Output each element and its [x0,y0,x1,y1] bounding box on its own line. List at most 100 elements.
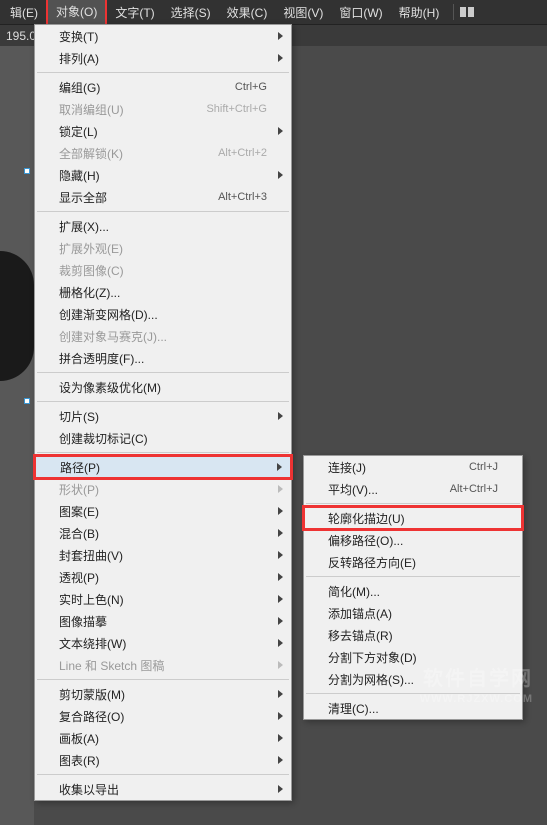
chevron-right-icon [278,639,283,647]
object-menu-item: 扩展外观(E) [35,237,291,259]
object-menu-item: 形状(P) [35,478,291,500]
menu-item-label: 图案(E) [59,503,267,520]
object-menu-item[interactable]: 编组(G)Ctrl+G [35,76,291,98]
object-menu-item[interactable]: 图表(R) [35,749,291,771]
menubar-item[interactable]: 文字(T) [107,0,162,25]
path-submenu-item[interactable]: 添加锚点(A) [304,602,522,624]
menu-item-label: 全部解锁(K) [59,145,218,162]
chevron-right-icon [278,412,283,420]
path-submenu-item[interactable]: 移去锚点(R) [304,624,522,646]
menu-item-label: 扩展(X)... [59,218,267,235]
object-menu-item[interactable]: 切片(S) [35,405,291,427]
object-menu-item[interactable]: 栅格化(Z)... [35,281,291,303]
object-menu-item[interactable]: 显示全部Alt+Ctrl+3 [35,186,291,208]
menu-item-label: 栅格化(Z)... [59,284,267,301]
menu-item-label: 反转路径方向(E) [328,554,498,571]
object-menu-item[interactable]: 混合(B) [35,522,291,544]
menu-item-label: 编组(G) [59,79,235,96]
chevron-right-icon [278,785,283,793]
object-menu-item[interactable]: 复合路径(O) [35,705,291,727]
path-submenu-item[interactable]: 轮廓化描边(U) [304,507,522,529]
object-menu-item[interactable]: 收集以导出 [35,778,291,800]
menu-item-shortcut: Ctrl+G [235,81,267,93]
path-submenu-item[interactable]: 连接(J)Ctrl+J [304,456,522,478]
menu-item-shortcut: Alt+Ctrl+2 [218,147,267,159]
object-menu-item[interactable]: 隐藏(H) [35,164,291,186]
menu-item-label: 切片(S) [59,408,267,425]
object-menu-item[interactable]: 图案(E) [35,500,291,522]
menubar-item[interactable]: 窗口(W) [331,0,390,25]
menubar-item[interactable]: 对象(O) [46,0,107,26]
menubar: 辑(E)对象(O)文字(T)选择(S)效果(C)视图(V)窗口(W)帮助(H) [0,0,547,24]
chevron-right-icon [278,551,283,559]
chevron-right-icon [277,463,282,471]
menu-item-shortcut: Ctrl+J [469,461,498,473]
menubar-item[interactable]: 辑(E) [2,0,46,25]
path-submenu-item[interactable]: 反转路径方向(E) [304,551,522,573]
menu-item-label: 收集以导出 [59,781,267,798]
object-menu-item[interactable]: 创建裁切标记(C) [35,427,291,449]
menu-item-label: 形状(P) [59,481,267,498]
selection-handle[interactable] [24,398,30,404]
menu-item-label: 剪切蒙版(M) [59,686,267,703]
object-menu-item[interactable]: 图像描摹 [35,610,291,632]
canvas-shape[interactable] [0,251,34,381]
layout-icon[interactable] [460,6,474,18]
menu-separator [37,401,289,402]
menu-item-label: Line 和 Sketch 图稿 [59,657,267,674]
menu-item-label: 变换(T) [59,28,267,45]
object-menu-item[interactable]: 拼合透明度(F)... [35,347,291,369]
object-menu-item[interactable]: 创建渐变网格(D)... [35,303,291,325]
object-menu-item[interactable]: 锁定(L) [35,120,291,142]
menu-item-label: 图表(R) [59,752,267,769]
object-menu-item[interactable]: 排列(A) [35,47,291,69]
object-menu-item[interactable]: 剪切蒙版(M) [35,683,291,705]
menu-item-label: 简化(M)... [328,583,498,600]
menu-item-label: 创建对象马赛克(J)... [59,328,267,345]
menu-separator [37,679,289,680]
object-menu-item[interactable]: 路径(P) [35,456,291,478]
object-menu-item[interactable]: 实时上色(N) [35,588,291,610]
object-menu-item: 全部解锁(K)Alt+Ctrl+2 [35,142,291,164]
menubar-item[interactable]: 效果(C) [219,0,276,25]
menu-item-label: 设为像素级优化(M) [59,379,267,396]
path-submenu-item[interactable]: 清理(C)... [304,697,522,719]
object-menu-item[interactable]: 变换(T) [35,25,291,47]
menu-separator [306,693,520,694]
menu-item-label: 隐藏(H) [59,167,267,184]
menu-item-label: 连接(J) [328,459,469,476]
path-submenu-item[interactable]: 简化(M)... [304,580,522,602]
path-submenu-item[interactable]: 偏移路径(O)... [304,529,522,551]
object-menu-item: 裁剪图像(C) [35,259,291,281]
menu-separator [37,452,289,453]
menu-item-label: 移去锚点(R) [328,627,498,644]
menu-item-label: 分割为网格(S)... [328,671,498,688]
menubar-item[interactable]: 视图(V) [275,0,331,25]
chevron-right-icon [278,617,283,625]
object-menu-item[interactable]: 封套扭曲(V) [35,544,291,566]
menu-item-label: 文本绕排(W) [59,635,267,652]
object-menu-item[interactable]: 扩展(X)... [35,215,291,237]
object-menu-item[interactable]: 画板(A) [35,727,291,749]
object-menu-item[interactable]: 文本绕排(W) [35,632,291,654]
selection-handle[interactable] [24,168,30,174]
menu-item-label: 路径(P) [60,459,266,476]
menu-item-label: 扩展外观(E) [59,240,267,257]
menu-separator [37,72,289,73]
path-submenu-item[interactable]: 平均(V)...Alt+Ctrl+J [304,478,522,500]
menu-item-label: 图像描摹 [59,613,267,630]
path-submenu-item[interactable]: 分割下方对象(D) [304,646,522,668]
object-menu-item[interactable]: 设为像素级优化(M) [35,376,291,398]
chevron-right-icon [278,485,283,493]
object-menu-dropdown: 变换(T)排列(A)编组(G)Ctrl+G取消编组(U)Shift+Ctrl+G… [34,24,292,801]
chevron-right-icon [278,127,283,135]
chevron-right-icon [278,171,283,179]
menu-separator [306,576,520,577]
menu-item-label: 偏移路径(O)... [328,532,498,549]
menubar-item[interactable]: 帮助(H) [391,0,448,25]
menubar-item[interactable]: 选择(S) [163,0,219,25]
object-menu-item: 取消编组(U)Shift+Ctrl+G [35,98,291,120]
menu-item-label: 裁剪图像(C) [59,262,267,279]
path-submenu-item[interactable]: 分割为网格(S)... [304,668,522,690]
object-menu-item[interactable]: 透视(P) [35,566,291,588]
